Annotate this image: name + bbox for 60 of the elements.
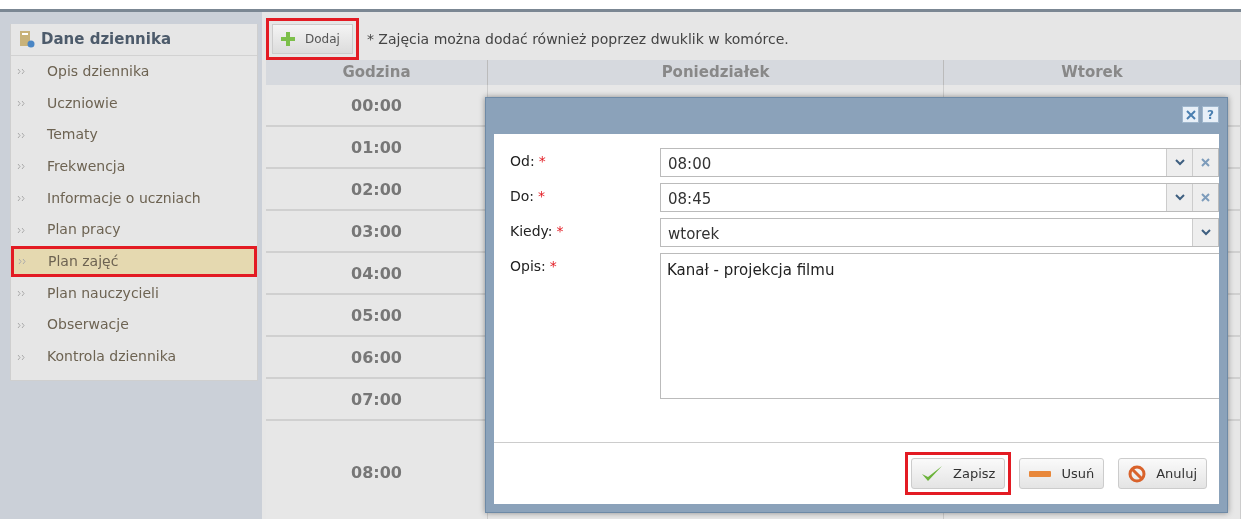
chevron-down-icon [1200,229,1211,236]
sidebar-item[interactable]: Opis dziennika [11,55,257,88]
sidebar-item[interactable]: Frekwencja [11,150,257,183]
check-icon [921,464,944,483]
combo-field[interactable]: 08:00 [660,148,1219,177]
clear-button[interactable] [1192,149,1218,176]
combo-field[interactable]: 08:45 [660,183,1219,212]
required-mark: * [538,152,546,171]
sidebar-item[interactable]: Obserwacje [11,309,257,341]
add-button[interactable]: Dodaj [272,24,353,54]
close-icon [1185,109,1196,120]
chevron-icon [17,353,26,361]
delete-button[interactable]: Usuń [1019,457,1105,490]
sidebar-title: Dane dziennika [41,29,172,50]
chevron-icon [17,321,26,329]
sidebar-item[interactable]: Uczniowie [11,87,257,119]
hint-text: * Zajęcia można dodać również poprzez dwuklik w komórce. [366,29,789,49]
sidebar-item[interactable]: Plan nauczycieli [11,277,257,309]
clear-button[interactable] [1192,184,1218,211]
help-button[interactable]: ? [1202,106,1219,123]
required-mark: * [556,222,564,241]
field-label: Kiedy: [510,222,553,241]
chevron-icon [18,258,27,266]
required-mark: * [549,257,557,276]
column-header: Wtorek [944,60,1241,85]
cancel-button[interactable]: Anuluj [1118,457,1207,490]
dropdown-button[interactable] [1192,219,1218,246]
save-button[interactable]: Zapisz [911,457,1006,490]
sidebar-item[interactable]: Kontrola dziennika [11,340,257,373]
chevron-down-icon [1174,159,1185,166]
field-label: Opis: [510,257,546,276]
dropdown-button[interactable] [1166,184,1192,211]
time-cell: 00:00 [266,85,488,127]
clear-icon [1201,193,1210,202]
sidebar-item[interactable]: Plan pracy [11,213,257,246]
chevron-icon [17,131,26,139]
chevron-icon [17,100,26,108]
clear-icon [1201,158,1210,167]
cancel-icon [1128,464,1147,483]
description-field[interactable]: Kanał - projekcja filmu [660,253,1219,399]
required-mark: * [538,187,546,206]
close-button[interactable] [1182,106,1199,123]
column-header: Godzina [266,60,488,85]
dropdown-button[interactable] [1166,149,1192,176]
sidebar-item[interactable]: Informacje o uczniach [11,182,257,214]
minus-icon [1029,470,1052,477]
journal-icon [19,30,35,49]
plus-icon [281,32,295,46]
sidebar-item[interactable]: Plan zajęć [11,245,257,278]
combo-field[interactable]: wtorek [660,218,1219,247]
chevron-icon [17,290,26,298]
chevron-icon [17,195,26,203]
chevron-icon [17,163,26,171]
chevron-icon [17,226,26,234]
column-header: Poniedziałek [488,60,944,85]
field-label: Do: [510,187,535,206]
chevron-icon [17,68,26,76]
field-label: Od: [510,152,535,171]
sidebar-item[interactable]: Tematy [11,118,257,151]
chevron-down-icon [1174,194,1185,201]
